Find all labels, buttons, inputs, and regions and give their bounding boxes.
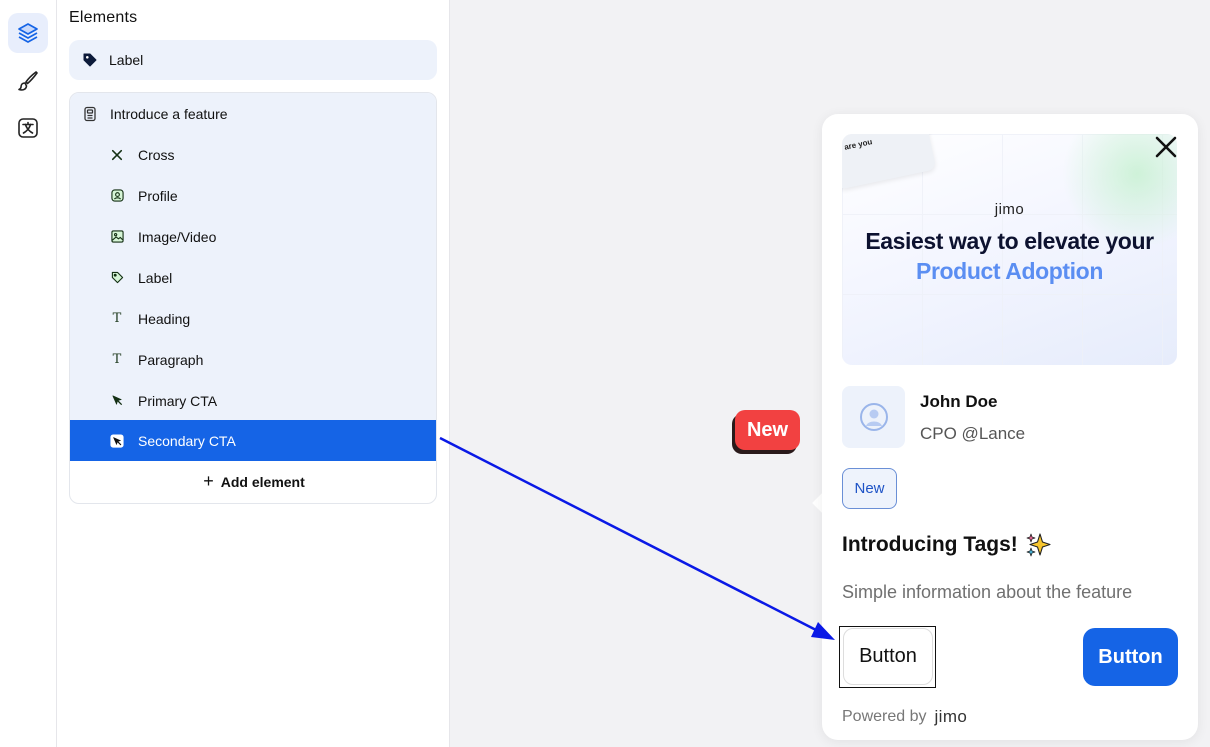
text-t-icon: T xyxy=(112,311,122,326)
hero-image[interactable]: are you jimo Easiest way to elevate your… xyxy=(842,134,1177,365)
powered-by[interactable]: Powered by jimo xyxy=(842,707,967,727)
jimo-logo: jimo xyxy=(934,707,968,726)
element-item-paragraph[interactable]: T Paragraph xyxy=(70,339,436,380)
translate-button[interactable] xyxy=(8,108,48,148)
introduce-feature-group: Introduce a feature Cross Profile Image/… xyxy=(69,92,437,504)
element-item-cross[interactable]: Cross xyxy=(70,134,436,175)
profile-name: John Doe xyxy=(920,392,998,411)
elements-sidebar: Elements Label Introduce a feature Cross xyxy=(57,0,450,747)
close-button[interactable] xyxy=(1153,134,1179,160)
cross-icon xyxy=(110,148,124,162)
element-item-label[interactable]: Label xyxy=(70,257,436,298)
powered-by-text: Powered by xyxy=(842,708,927,725)
user-avatar-icon xyxy=(859,403,888,431)
secondary-cta-button[interactable]: Button xyxy=(843,628,933,685)
style-button[interactable] xyxy=(8,61,48,101)
element-item-label: Image/Video xyxy=(138,228,217,245)
cursor-box-icon xyxy=(110,433,124,448)
card-heading-text: Introducing Tags! xyxy=(842,533,1018,556)
element-item-label: Primary CTA xyxy=(138,392,218,409)
element-item-profile[interactable]: Profile xyxy=(70,175,436,216)
card-icon xyxy=(82,106,98,122)
profile-icon xyxy=(110,189,124,203)
element-item-secondary-cta[interactable]: Secondary CTA xyxy=(70,420,436,461)
element-item-label: Paragraph xyxy=(138,351,204,368)
hero-subheadline: Product Adoption xyxy=(916,258,1103,284)
translate-icon xyxy=(18,118,38,138)
brush-icon xyxy=(18,71,38,91)
feature-card: are you jimo Easiest way to elevate your… xyxy=(822,114,1198,740)
tag-icon xyxy=(110,271,124,285)
close-icon xyxy=(1155,136,1177,158)
group-items-container: Introduce a feature Cross Profile Image/… xyxy=(70,93,436,461)
element-item-label: Profile xyxy=(138,187,178,204)
block-label[interactable]: Label xyxy=(69,40,437,80)
cursor-icon xyxy=(110,394,124,408)
add-element-label: Add element xyxy=(220,474,305,490)
element-item-label: Heading xyxy=(138,310,191,327)
layers-icon xyxy=(18,23,38,43)
avatar xyxy=(842,386,905,448)
card-heading: Introducing Tags! xyxy=(842,532,1052,558)
element-item-label: Cross xyxy=(138,146,175,163)
sidebar-title: Elements xyxy=(69,9,138,26)
plus-icon: + xyxy=(203,470,214,491)
new-badge-trigger[interactable]: New xyxy=(735,410,800,450)
group-header[interactable]: Introduce a feature xyxy=(70,93,436,134)
hero-headline: Easiest way to elevate your xyxy=(865,228,1154,254)
icon-rail xyxy=(0,0,57,747)
element-item-label: Secondary CTA xyxy=(138,432,236,449)
layers-button[interactable] xyxy=(8,13,48,53)
card-paragraph: Simple information about the feature xyxy=(842,582,1133,602)
image-icon xyxy=(110,230,124,244)
element-item-image-video[interactable]: Image/Video xyxy=(70,216,436,257)
group-title: Introduce a feature xyxy=(110,105,228,122)
element-item-label: Label xyxy=(138,269,173,286)
feature-tag: New xyxy=(842,468,897,509)
element-item-heading[interactable]: T Heading xyxy=(70,298,436,339)
block-label-text: Label xyxy=(109,52,144,68)
text-t-icon: T xyxy=(112,352,122,367)
primary-cta-button[interactable]: Button xyxy=(1083,628,1178,686)
hero-logo: jimo xyxy=(994,201,1025,218)
profile-role: CPO @Lance xyxy=(920,424,1026,443)
sparkles-icon xyxy=(1026,533,1051,557)
tag-filled-icon xyxy=(83,53,97,67)
element-item-primary-cta[interactable]: Primary CTA xyxy=(70,380,436,421)
add-element-button[interactable]: + Add element xyxy=(70,461,436,503)
